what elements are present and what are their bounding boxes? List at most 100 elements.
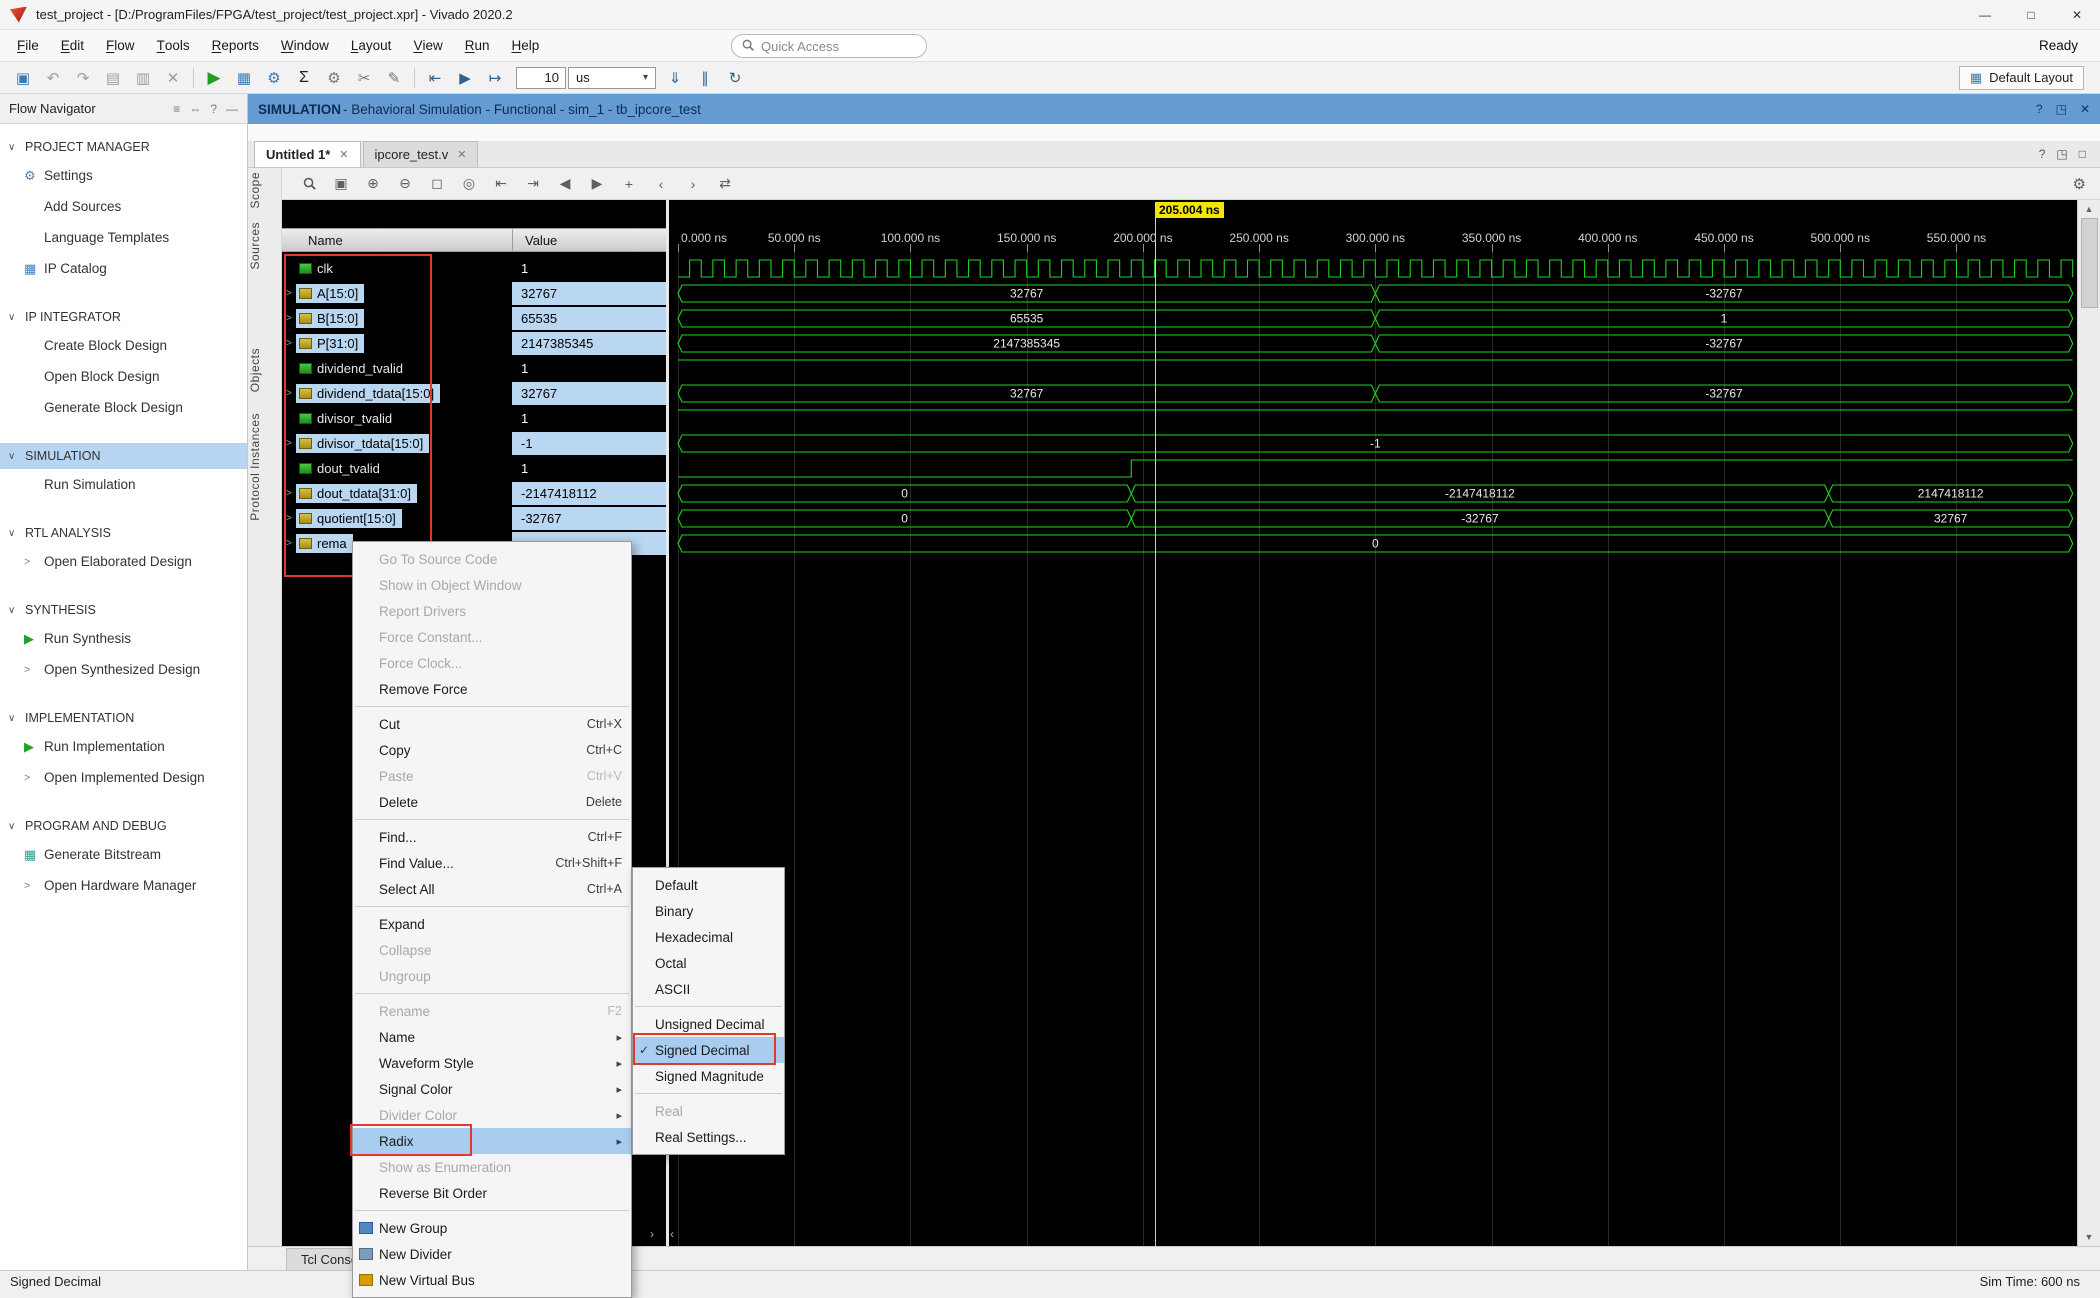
layout-selector[interactable]: ▦ Default Layout	[1959, 66, 2084, 90]
go-to-start-icon[interactable]: ⇤	[486, 172, 516, 196]
float-icon[interactable]: ◳	[2056, 102, 2067, 116]
waveform-row[interactable]: 2147385345-32767	[669, 331, 2077, 356]
context-menu-item-waveform-style[interactable]: Waveform Style▸	[353, 1050, 631, 1076]
context-menu-item-reverse-bit-order[interactable]: Reverse Bit Order	[353, 1180, 631, 1206]
zoom-to-cursor-icon[interactable]: ◎	[454, 172, 484, 196]
expand-chevron-icon[interactable]: >	[24, 772, 44, 784]
waveform-row[interactable]: 0	[669, 531, 2077, 556]
go-to-end-icon[interactable]: ⇥	[518, 172, 548, 196]
search-icon[interactable]	[294, 172, 324, 196]
flow-section-synthesis[interactable]: ∨SYNTHESIS	[0, 597, 247, 623]
settings-icon[interactable]: ⚙	[259, 66, 289, 90]
radix-option-unsigned-decimal[interactable]: Unsigned Decimal	[633, 1011, 784, 1037]
cursor-time-label[interactable]: 205.004 ns	[1155, 202, 1224, 218]
hscroll-left-arrow-icon[interactable]: ‹	[670, 1227, 674, 1241]
menu-reports[interactable]: Reports	[201, 30, 270, 61]
expand-arrow-icon[interactable]: >	[286, 488, 296, 499]
float-icon[interactable]: ◳	[2056, 147, 2067, 161]
signal-name-row[interactable]: >A[15:0]	[282, 281, 512, 306]
run-icon[interactable]: ▶	[199, 66, 229, 90]
expand-arrow-icon[interactable]: >	[286, 513, 296, 524]
context-menu-item-select-all[interactable]: Select AllCtrl+A	[353, 876, 631, 902]
waveform-row[interactable]	[669, 406, 2077, 431]
menu-edit[interactable]: Edit	[50, 30, 95, 61]
flow-section-implementation[interactable]: ∨IMPLEMENTATION	[0, 705, 247, 731]
expand-arrow-icon[interactable]: >	[286, 538, 296, 549]
flow-item-run-implementation[interactable]: ▶Run Implementation	[0, 731, 247, 762]
next-marker-icon[interactable]: ›	[678, 172, 708, 196]
signal-value[interactable]: 65535	[512, 307, 666, 330]
flow-item-language-templates[interactable]: Language Templates	[0, 222, 247, 253]
menu-help[interactable]: Help	[501, 30, 551, 61]
signal-name-row[interactable]: >dout_tdata[31:0]	[282, 481, 512, 506]
flow-item-run-synthesis[interactable]: ▶Run Synthesis	[0, 623, 247, 654]
zoom-fit-icon[interactable]: ◻	[422, 172, 452, 196]
context-menu-item-find[interactable]: Find...Ctrl+F	[353, 824, 631, 850]
signal-value[interactable]: -2147418112	[512, 482, 666, 505]
copy-icon[interactable]: ▤	[98, 66, 128, 90]
signal-name-row[interactable]: >P[31:0]	[282, 331, 512, 356]
context-menu-item-name[interactable]: Name▸	[353, 1024, 631, 1050]
save-icon[interactable]: ▣	[326, 172, 356, 196]
flow-item-run-simulation[interactable]: Run Simulation	[0, 469, 247, 500]
menu-view[interactable]: View	[402, 30, 453, 61]
report-sigma-icon[interactable]: Σ	[289, 66, 319, 90]
signal-value[interactable]: 1	[512, 357, 666, 380]
context-menu-item-copy[interactable]: CopyCtrl+C	[353, 737, 631, 763]
signal-value[interactable]: 1	[512, 457, 666, 480]
expand-arrow-icon[interactable]: >	[286, 313, 296, 324]
flow-item-open-hardware-manager[interactable]: >Open Hardware Manager	[0, 870, 247, 901]
flow-section-simulation[interactable]: ∨SIMULATION	[0, 443, 247, 469]
waveform-row[interactable]: 655351	[669, 306, 2077, 331]
tab-untitled-1[interactable]: Untitled 1*✕	[254, 141, 361, 167]
menu-layout[interactable]: Layout	[340, 30, 403, 61]
flow-item-open-synthesized-design[interactable]: >Open Synthesized Design	[0, 654, 247, 685]
waveform-row[interactable]: 0-3276732767	[669, 506, 2077, 531]
radix-option-signed-magnitude[interactable]: Signed Magnitude	[633, 1063, 784, 1089]
undo-icon[interactable]: ↶	[38, 66, 68, 90]
signal-name-row[interactable]: divisor_tvalid	[282, 406, 512, 431]
signal-value[interactable]: 1	[512, 407, 666, 430]
maximize-icon[interactable]: □	[2079, 147, 2086, 161]
radix-option-default[interactable]: Default	[633, 872, 784, 898]
context-menu-item-cut[interactable]: CutCtrl+X	[353, 711, 631, 737]
waveform-row[interactable]	[669, 456, 2077, 481]
waveform-row[interactable]	[669, 356, 2077, 381]
flow-item-ip-catalog[interactable]: ▦IP Catalog	[0, 253, 247, 284]
save-icon[interactable]: ▣	[8, 66, 38, 90]
flow-section-rtl-analysis[interactable]: ∨RTL ANALYSIS	[0, 520, 247, 546]
flow-item-generate-bitstream[interactable]: ▦Generate Bitstream	[0, 839, 247, 870]
context-menu-item-delete[interactable]: DeleteDelete	[353, 789, 631, 815]
scrollbar-thumb[interactable]	[2081, 218, 2098, 308]
context-menu-item-new-virtual-bus[interactable]: New Virtual Bus	[353, 1267, 631, 1293]
radix-option-binary[interactable]: Binary	[633, 898, 784, 924]
waveform-row[interactable]: 0-21474181122147418112	[669, 481, 2077, 506]
name-column-header[interactable]: Name	[282, 228, 512, 252]
expand-arrow-icon[interactable]: >	[286, 288, 296, 299]
signal-value[interactable]: -1	[512, 432, 666, 455]
swap-cursors-icon[interactable]: ⇄	[710, 172, 740, 196]
menu-tools[interactable]: Tools	[146, 30, 201, 61]
menu-file[interactable]: File	[6, 30, 50, 61]
relaunch-icon[interactable]: ↻	[720, 66, 750, 90]
help-icon[interactable]: ?	[210, 102, 217, 116]
help-icon[interactable]: ?	[2039, 147, 2046, 161]
close-button[interactable]: ✕	[2054, 0, 2100, 29]
collapse-icon[interactable]: ≡	[173, 102, 180, 116]
flow-item-generate-block-design[interactable]: Generate Block Design	[0, 392, 247, 423]
waveform-row[interactable]: 32767-32767	[669, 281, 2077, 306]
flow-section-ip-integrator[interactable]: ∨IP INTEGRATOR	[0, 304, 247, 330]
side-tab-objects[interactable]: Objects	[248, 348, 281, 392]
help-icon[interactable]: ?	[2036, 102, 2043, 116]
close-icon[interactable]: ✕	[158, 66, 188, 90]
radix-option-real-settings[interactable]: Real Settings...	[633, 1124, 784, 1150]
restart-icon[interactable]: ⇤	[420, 66, 450, 90]
signal-value[interactable]: 32767	[512, 282, 666, 305]
step-icon[interactable]: ↦	[480, 66, 510, 90]
flow-section-project-manager[interactable]: ∨PROJECT MANAGER	[0, 134, 247, 160]
next-transition-icon[interactable]: ▶	[582, 172, 612, 196]
time-unit-select[interactable]: us ▾	[568, 67, 656, 89]
expand-chevron-icon[interactable]: >	[24, 556, 44, 568]
context-menu-item-expand[interactable]: Expand	[353, 911, 631, 937]
waveform-row[interactable]: 32767-32767	[669, 381, 2077, 406]
